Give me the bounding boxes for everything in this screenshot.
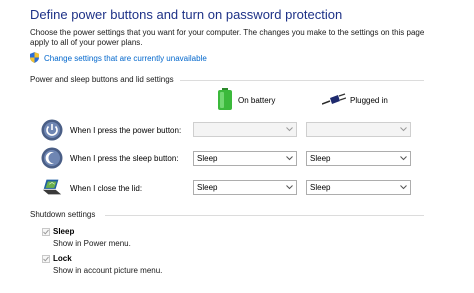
section-divider bbox=[180, 80, 424, 81]
plugged-in-column-label: Plugged in bbox=[350, 96, 388, 105]
sleep-button-plugged-in-select[interactable]: Sleep bbox=[306, 151, 411, 166]
plug-icon bbox=[322, 93, 346, 105]
lock-checkbox-description: Show in account picture menu. bbox=[53, 266, 163, 275]
sleep-checkbox-label: Sleep bbox=[53, 227, 75, 236]
close-lid-on-battery-select[interactable]: Sleep bbox=[193, 180, 297, 195]
lock-checkbox-label: Lock bbox=[53, 254, 72, 263]
chevron-down-icon bbox=[400, 185, 407, 190]
sleep-checkbox-description: Show in Power menu. bbox=[53, 239, 131, 248]
chevron-down-icon bbox=[286, 185, 293, 190]
page-title: Define power buttons and turn on passwor… bbox=[30, 7, 343, 22]
sleep-button-label: When I press the sleep button: bbox=[70, 154, 179, 163]
chevron-down-icon bbox=[286, 156, 293, 161]
power-section-title: Power and sleep buttons and lid settings bbox=[30, 75, 174, 84]
battery-icon bbox=[218, 88, 232, 110]
power-button-on-battery-select[interactable] bbox=[193, 122, 297, 137]
lock-checkbox[interactable] bbox=[42, 255, 50, 263]
change-settings-link[interactable]: Change settings that are currently unava… bbox=[44, 54, 207, 63]
uac-shield-icon bbox=[30, 52, 39, 63]
power-button-label: When I press the power button: bbox=[70, 126, 182, 135]
checkmark-icon bbox=[43, 229, 49, 235]
sleep-moon-icon bbox=[41, 147, 63, 169]
on-battery-column-label: On battery bbox=[238, 96, 276, 105]
laptop-lid-icon bbox=[42, 179, 62, 195]
page-description: Choose the power settings that you want … bbox=[30, 28, 425, 47]
chevron-down-icon bbox=[400, 156, 407, 161]
sleep-button-on-battery-select[interactable]: Sleep bbox=[193, 151, 297, 166]
section-divider bbox=[105, 215, 424, 216]
close-lid-label: When I close the lid: bbox=[70, 184, 143, 193]
close-lid-plugged-in-select[interactable]: Sleep bbox=[306, 180, 411, 195]
sleep-checkbox[interactable] bbox=[42, 228, 50, 236]
shutdown-section-title: Shutdown settings bbox=[30, 210, 96, 219]
checkmark-icon bbox=[43, 256, 49, 262]
chevron-down-icon bbox=[400, 127, 407, 132]
power-button-plugged-in-select[interactable] bbox=[306, 122, 411, 137]
power-icon bbox=[41, 119, 63, 141]
chevron-down-icon bbox=[286, 127, 293, 132]
